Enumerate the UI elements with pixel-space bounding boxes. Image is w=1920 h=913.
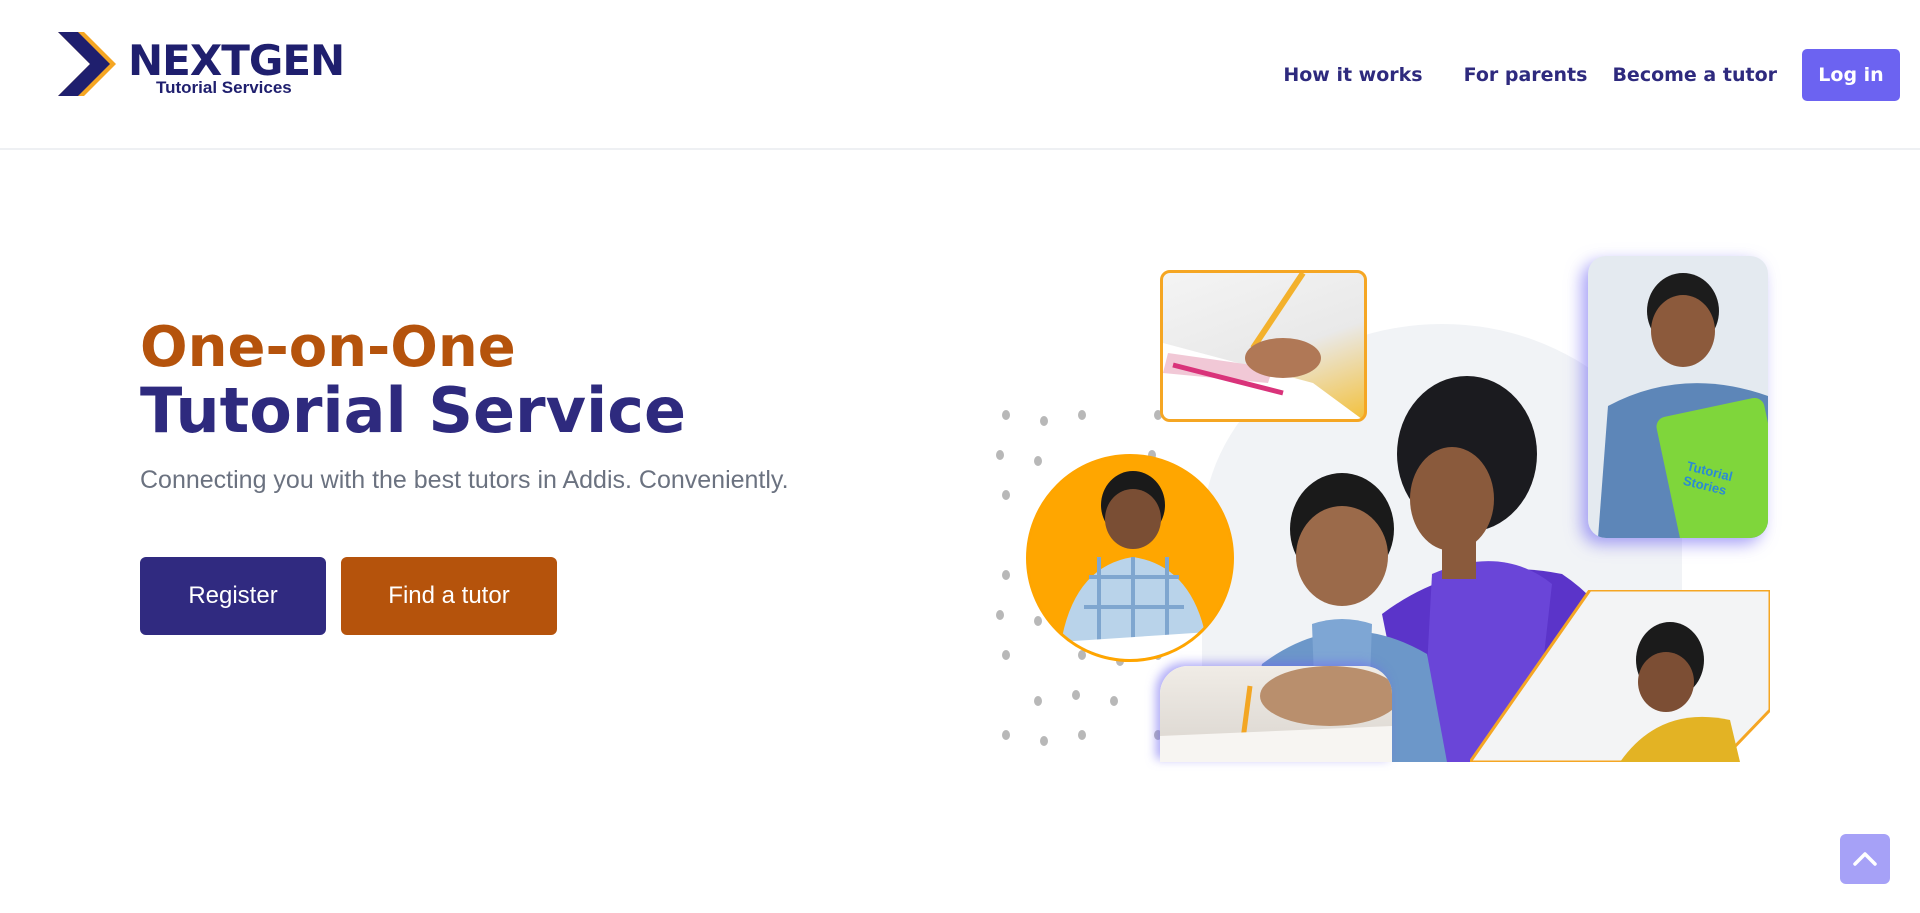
- nav-link-for-parents[interactable]: For parents: [1464, 64, 1588, 86]
- decorative-dot: [1078, 410, 1086, 420]
- boy-writing-yellow-shirt-photo: [1470, 590, 1770, 762]
- writing-closeup-photo: [1160, 666, 1392, 762]
- brand-logo[interactable]: NEXTGEN Tutorial Services: [58, 30, 358, 100]
- decorative-dot: [1002, 650, 1010, 660]
- brand-subtitle: Tutorial Services: [156, 78, 292, 97]
- boy-studying-photo: [1026, 454, 1234, 662]
- boy-with-book-photo: Tutorial Stories: [1588, 256, 1768, 538]
- hero-title-line-1: One-on-One: [140, 315, 516, 380]
- nav-link-how-it-works[interactable]: How it works: [1283, 64, 1422, 86]
- register-button[interactable]: Register: [140, 557, 326, 635]
- nav-link-become-a-tutor[interactable]: Become a tutor: [1612, 64, 1777, 86]
- chevron-logo-icon: [58, 32, 116, 96]
- decorative-dot: [996, 610, 1004, 620]
- decorative-dot: [1078, 730, 1086, 740]
- decorative-dot: [1002, 570, 1010, 580]
- find-a-tutor-button[interactable]: Find a tutor: [341, 557, 557, 635]
- decorative-dot: [1034, 696, 1042, 706]
- decorative-dot: [1040, 736, 1048, 746]
- decorative-dot: [1002, 410, 1010, 420]
- hero-photo-collage: Tutorial Stories: [990, 250, 1780, 762]
- decorative-dot: [1034, 456, 1042, 466]
- main-nav: How it works For parents Become a tutor …: [1283, 49, 1900, 101]
- hand-writing-photo: [1160, 270, 1367, 422]
- hero-title: One-on-One Tutorial Service: [140, 320, 686, 442]
- brand-name: NEXTGEN: [128, 36, 345, 85]
- decorative-dot: [996, 450, 1004, 460]
- decorative-dot: [1040, 416, 1048, 426]
- hero-title-line-2: Tutorial Service: [140, 374, 687, 447]
- decorative-dot: [1002, 730, 1010, 740]
- decorative-dot: [1110, 696, 1118, 706]
- login-button[interactable]: Log in: [1802, 49, 1900, 101]
- hero-tagline: Connecting you with the best tutors in A…: [140, 466, 789, 494]
- site-header: NEXTGEN Tutorial Services How it works F…: [0, 0, 1920, 150]
- decorative-dot: [1034, 616, 1042, 626]
- back-to-top-button[interactable]: [1840, 834, 1890, 884]
- chevron-up-icon: [1853, 852, 1877, 866]
- decorative-dot: [1072, 690, 1080, 700]
- decorative-dot: [1002, 490, 1010, 500]
